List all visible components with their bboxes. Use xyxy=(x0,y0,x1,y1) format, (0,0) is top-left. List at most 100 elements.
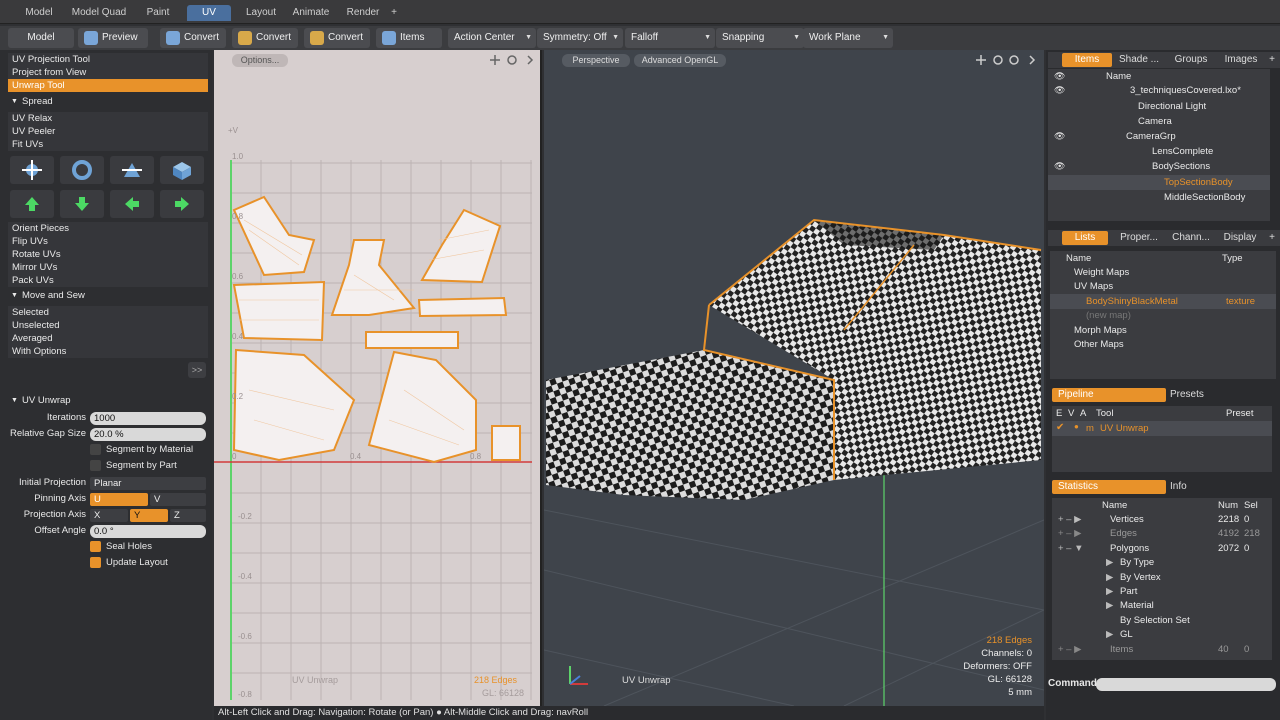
uv-tool-icon-3[interactable] xyxy=(110,156,154,184)
unwrap-tool[interactable]: Unwrap Tool xyxy=(8,79,208,92)
perspective-viewport[interactable]: Perspective Advanced OpenGL UV Unwrap 21… xyxy=(544,50,1044,706)
tab-images[interactable]: Images xyxy=(1218,53,1264,67)
tree-item-directional-light[interactable]: Directional Light xyxy=(1138,99,1206,114)
stats-by-type[interactable]: By Type xyxy=(1120,555,1154,570)
tab-lists[interactable]: Lists xyxy=(1062,231,1108,245)
tree-item-lenscomplete[interactable]: LensComplete xyxy=(1152,144,1213,159)
list-new-map[interactable]: (new map) xyxy=(1086,308,1131,323)
sew-with-options[interactable]: With Options xyxy=(8,345,208,358)
stats-add-icon[interactable]: + – ▶ xyxy=(1058,512,1081,527)
seal-holes-checkbox[interactable] xyxy=(90,541,101,552)
list-other-maps[interactable]: Other Maps xyxy=(1074,337,1124,352)
proj-y-button[interactable]: Y xyxy=(130,509,168,522)
tab-shade[interactable]: Shade ... xyxy=(1114,53,1164,67)
convert-button-3[interactable]: Convert xyxy=(304,28,370,48)
perspective-button[interactable]: Perspective xyxy=(562,54,630,67)
expand-arrow-icon[interactable]: ▶ xyxy=(1106,555,1113,570)
tree-item-middlesectionbody[interactable]: MiddleSectionBody xyxy=(1164,190,1245,205)
tab-display[interactable]: Display xyxy=(1218,231,1262,245)
model-button[interactable]: Model xyxy=(8,28,74,48)
eye-icon[interactable]: 👁 xyxy=(1054,71,1065,82)
pipe-tool-uv-unwrap[interactable]: UV Unwrap xyxy=(1100,421,1149,436)
tab-paint[interactable]: Paint xyxy=(136,5,180,21)
tab-model-quad[interactable]: Model Quad xyxy=(68,5,130,21)
add-panel-tab[interactable]: + xyxy=(1266,53,1278,67)
pack-uvs[interactable]: Pack UVs xyxy=(8,274,208,287)
move-right-icon[interactable] xyxy=(160,190,204,218)
stats-add-icon[interactable]: + – ▶ xyxy=(1058,642,1081,657)
tab-uv[interactable]: UV xyxy=(187,5,231,21)
expand-arrow-icon[interactable]: ▶ xyxy=(1106,627,1113,642)
stats-items[interactable]: Items xyxy=(1110,642,1133,657)
initial-projection-dropdown[interactable]: Planar xyxy=(90,477,206,490)
list-uv-maps[interactable]: UV Maps xyxy=(1074,279,1113,294)
flip-uvs[interactable]: Flip UVs xyxy=(8,235,208,248)
pin-u-button[interactable]: U xyxy=(90,493,148,506)
expand-arrow-icon[interactable]: ▶ xyxy=(1106,598,1113,613)
stats-polygons[interactable]: Polygons xyxy=(1110,541,1149,556)
update-layout-checkbox[interactable] xyxy=(90,557,101,568)
pipeline-row[interactable] xyxy=(1052,421,1272,436)
stats-part[interactable]: Part xyxy=(1120,584,1137,599)
stats-by-selection-set[interactable]: By Selection Set xyxy=(1120,613,1190,628)
eye-icon[interactable]: 👁 xyxy=(1054,161,1065,172)
snapping-dropdown[interactable]: Snapping xyxy=(716,28,804,48)
move-up-icon[interactable] xyxy=(10,190,54,218)
falloff-dropdown[interactable]: Falloff xyxy=(625,28,715,48)
project-from-view[interactable]: Project from View xyxy=(8,66,208,79)
items-button[interactable]: Items xyxy=(376,28,442,48)
tab-layout[interactable]: Layout xyxy=(238,5,284,21)
tree-item-bodysections[interactable]: BodySections xyxy=(1152,159,1210,174)
viewport-nav-icons[interactable] xyxy=(974,53,1042,67)
expand-arrow-icon[interactable]: ▶ xyxy=(1106,570,1113,585)
stats-add-icon[interactable]: + – ▶ xyxy=(1058,526,1081,541)
iterations-field[interactable]: 1000 xyxy=(90,412,206,425)
mirror-uvs[interactable]: Mirror UVs xyxy=(8,261,208,274)
rotate-uvs[interactable]: Rotate UVs xyxy=(8,248,208,261)
symmetry-dropdown[interactable]: Symmetry: Off xyxy=(537,28,623,48)
tab-animate[interactable]: Animate xyxy=(288,5,334,21)
orient-pieces[interactable]: Orient Pieces xyxy=(8,222,208,235)
move-left-icon[interactable] xyxy=(110,190,154,218)
list-weight-maps[interactable]: Weight Maps xyxy=(1074,265,1129,280)
pin-v-button[interactable]: V xyxy=(150,493,206,506)
work-plane-dropdown[interactable]: Work Plane xyxy=(803,28,893,48)
spread-section[interactable]: Spread xyxy=(8,95,208,109)
tree-item-scene[interactable]: 3_techniquesCovered.lxo* xyxy=(1130,83,1241,98)
tab-statistics[interactable]: Statistics xyxy=(1052,480,1166,494)
convert-button-2[interactable]: Convert xyxy=(232,28,298,48)
tab-properties[interactable]: Proper... xyxy=(1114,231,1164,245)
tree-item-cameragrp[interactable]: CameraGrp xyxy=(1126,129,1176,144)
tab-groups[interactable]: Groups xyxy=(1166,53,1216,67)
move-and-sew-section[interactable]: Move and Sew xyxy=(8,289,208,303)
stats-material[interactable]: Material xyxy=(1120,598,1154,613)
fit-uvs[interactable]: Fit UVs xyxy=(8,138,208,151)
convert-button-1[interactable]: Convert xyxy=(160,28,226,48)
tab-render[interactable]: Render xyxy=(340,5,386,21)
move-down-icon[interactable] xyxy=(60,190,104,218)
tab-items[interactable]: Items xyxy=(1062,53,1112,67)
proj-z-button[interactable]: Z xyxy=(170,509,206,522)
pipe-enabled-check-icon[interactable]: ✔ xyxy=(1056,422,1064,433)
tab-pipeline[interactable]: Pipeline xyxy=(1052,388,1166,402)
uv-tool-icon-2[interactable] xyxy=(60,156,104,184)
stats-add-icon[interactable]: + – ▼ xyxy=(1058,541,1084,556)
stats-vertices[interactable]: Vertices xyxy=(1110,512,1144,527)
offset-angle-field[interactable]: 0.0 ° xyxy=(90,525,206,538)
list-uv-map-item[interactable]: BodyShinyBlackMetal xyxy=(1086,294,1178,309)
stats-edges[interactable]: Edges xyxy=(1110,526,1137,541)
tree-row-selected[interactable] xyxy=(1048,175,1270,190)
eye-icon[interactable]: 👁 xyxy=(1054,85,1065,96)
segment-part-checkbox[interactable] xyxy=(90,460,101,471)
pipe-visible-dot-icon[interactable]: ● xyxy=(1074,422,1079,431)
tab-presets[interactable]: Presets xyxy=(1170,388,1210,402)
proj-x-button[interactable]: X xyxy=(90,509,128,522)
sew-selected[interactable]: Selected xyxy=(8,306,208,319)
advanced-opengl-button[interactable]: Advanced OpenGL xyxy=(634,54,726,67)
gap-size-field[interactable]: 20.0 % xyxy=(90,428,206,441)
segment-material-checkbox[interactable] xyxy=(90,444,101,455)
tab-model[interactable]: Model xyxy=(14,5,64,21)
tab-channels[interactable]: Chann... xyxy=(1166,231,1216,245)
uv-tool-icon-4[interactable] xyxy=(160,156,204,184)
sew-unselected[interactable]: Unselected xyxy=(8,319,208,332)
